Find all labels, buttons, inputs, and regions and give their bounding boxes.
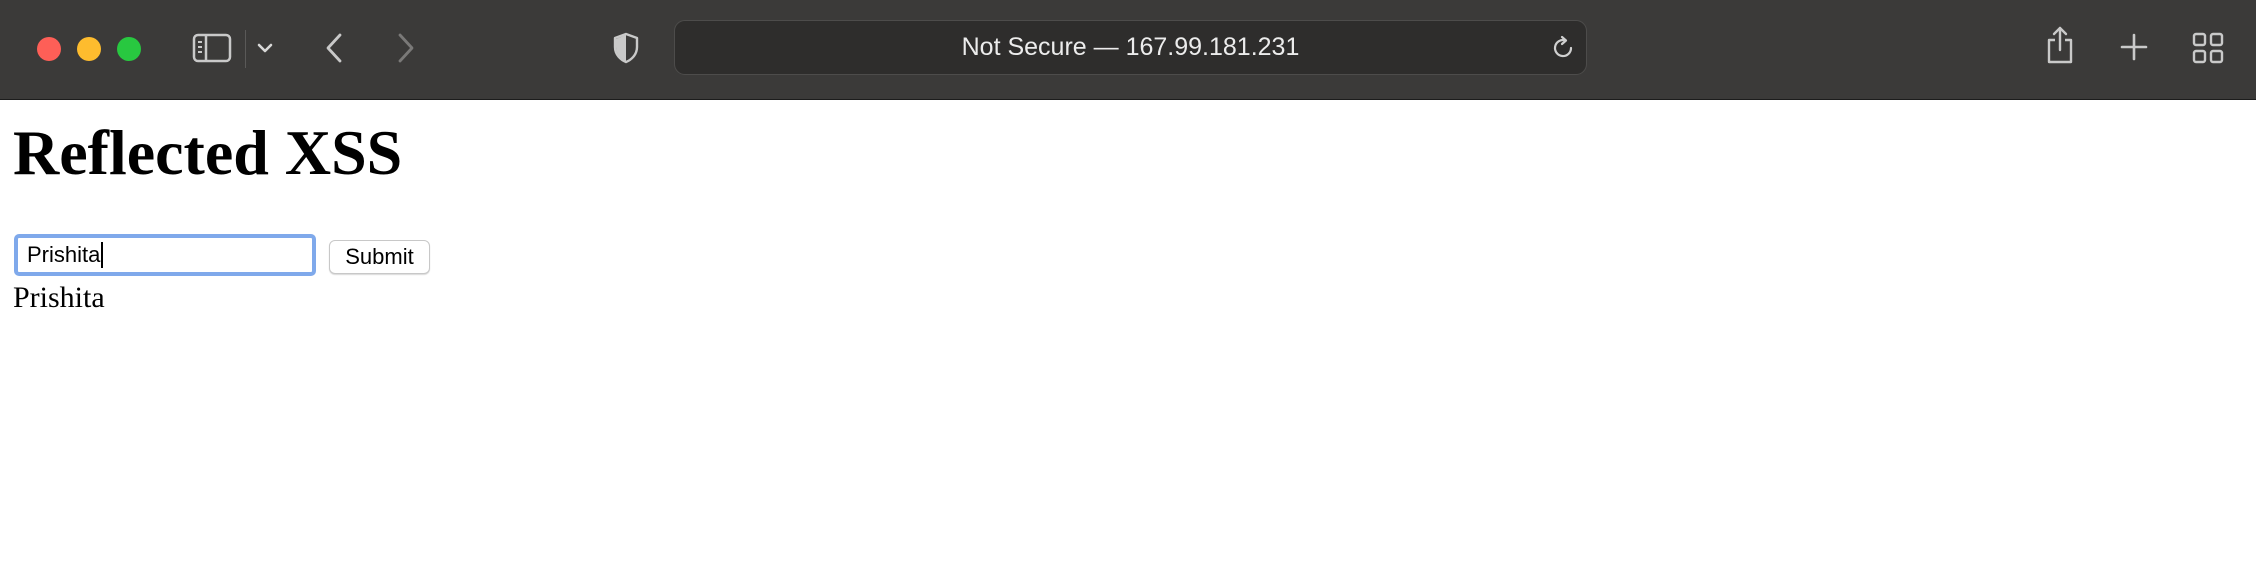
address-bar[interactable]: Not Secure — 167.99.181.231 bbox=[674, 20, 1587, 75]
zoom-window-icon[interactable] bbox=[117, 37, 141, 61]
reflected-output-text: Prishita bbox=[13, 281, 105, 314]
browser-toolbar: Not Secure — 167.99.181.231 bbox=[0, 0, 2256, 100]
toolbar-separator bbox=[245, 30, 246, 68]
reload-icon[interactable] bbox=[1550, 35, 1576, 61]
name-input-value: Prishita bbox=[27, 242, 101, 267]
sidebar-icon[interactable] bbox=[192, 32, 232, 64]
share-icon[interactable] bbox=[2043, 24, 2077, 66]
chevron-left-icon[interactable] bbox=[320, 30, 348, 66]
submit-button[interactable]: Submit bbox=[329, 240, 430, 274]
page-title: Reflected XSS bbox=[13, 117, 403, 188]
chevron-down-icon[interactable] bbox=[255, 38, 275, 58]
chevron-right-icon[interactable] bbox=[392, 30, 420, 66]
text-caret bbox=[101, 242, 104, 268]
minimize-window-icon[interactable] bbox=[77, 37, 101, 61]
close-window-icon[interactable] bbox=[37, 37, 61, 61]
grid-icon[interactable] bbox=[2191, 31, 2225, 65]
address-text: Not Secure — 167.99.181.231 bbox=[961, 33, 1300, 61]
plus-icon[interactable] bbox=[2118, 31, 2150, 63]
shield-icon[interactable] bbox=[611, 30, 641, 66]
name-input[interactable]: Prishita bbox=[14, 234, 316, 276]
page-content: Reflected XSS Prishita Submit Prishita bbox=[0, 101, 2256, 562]
